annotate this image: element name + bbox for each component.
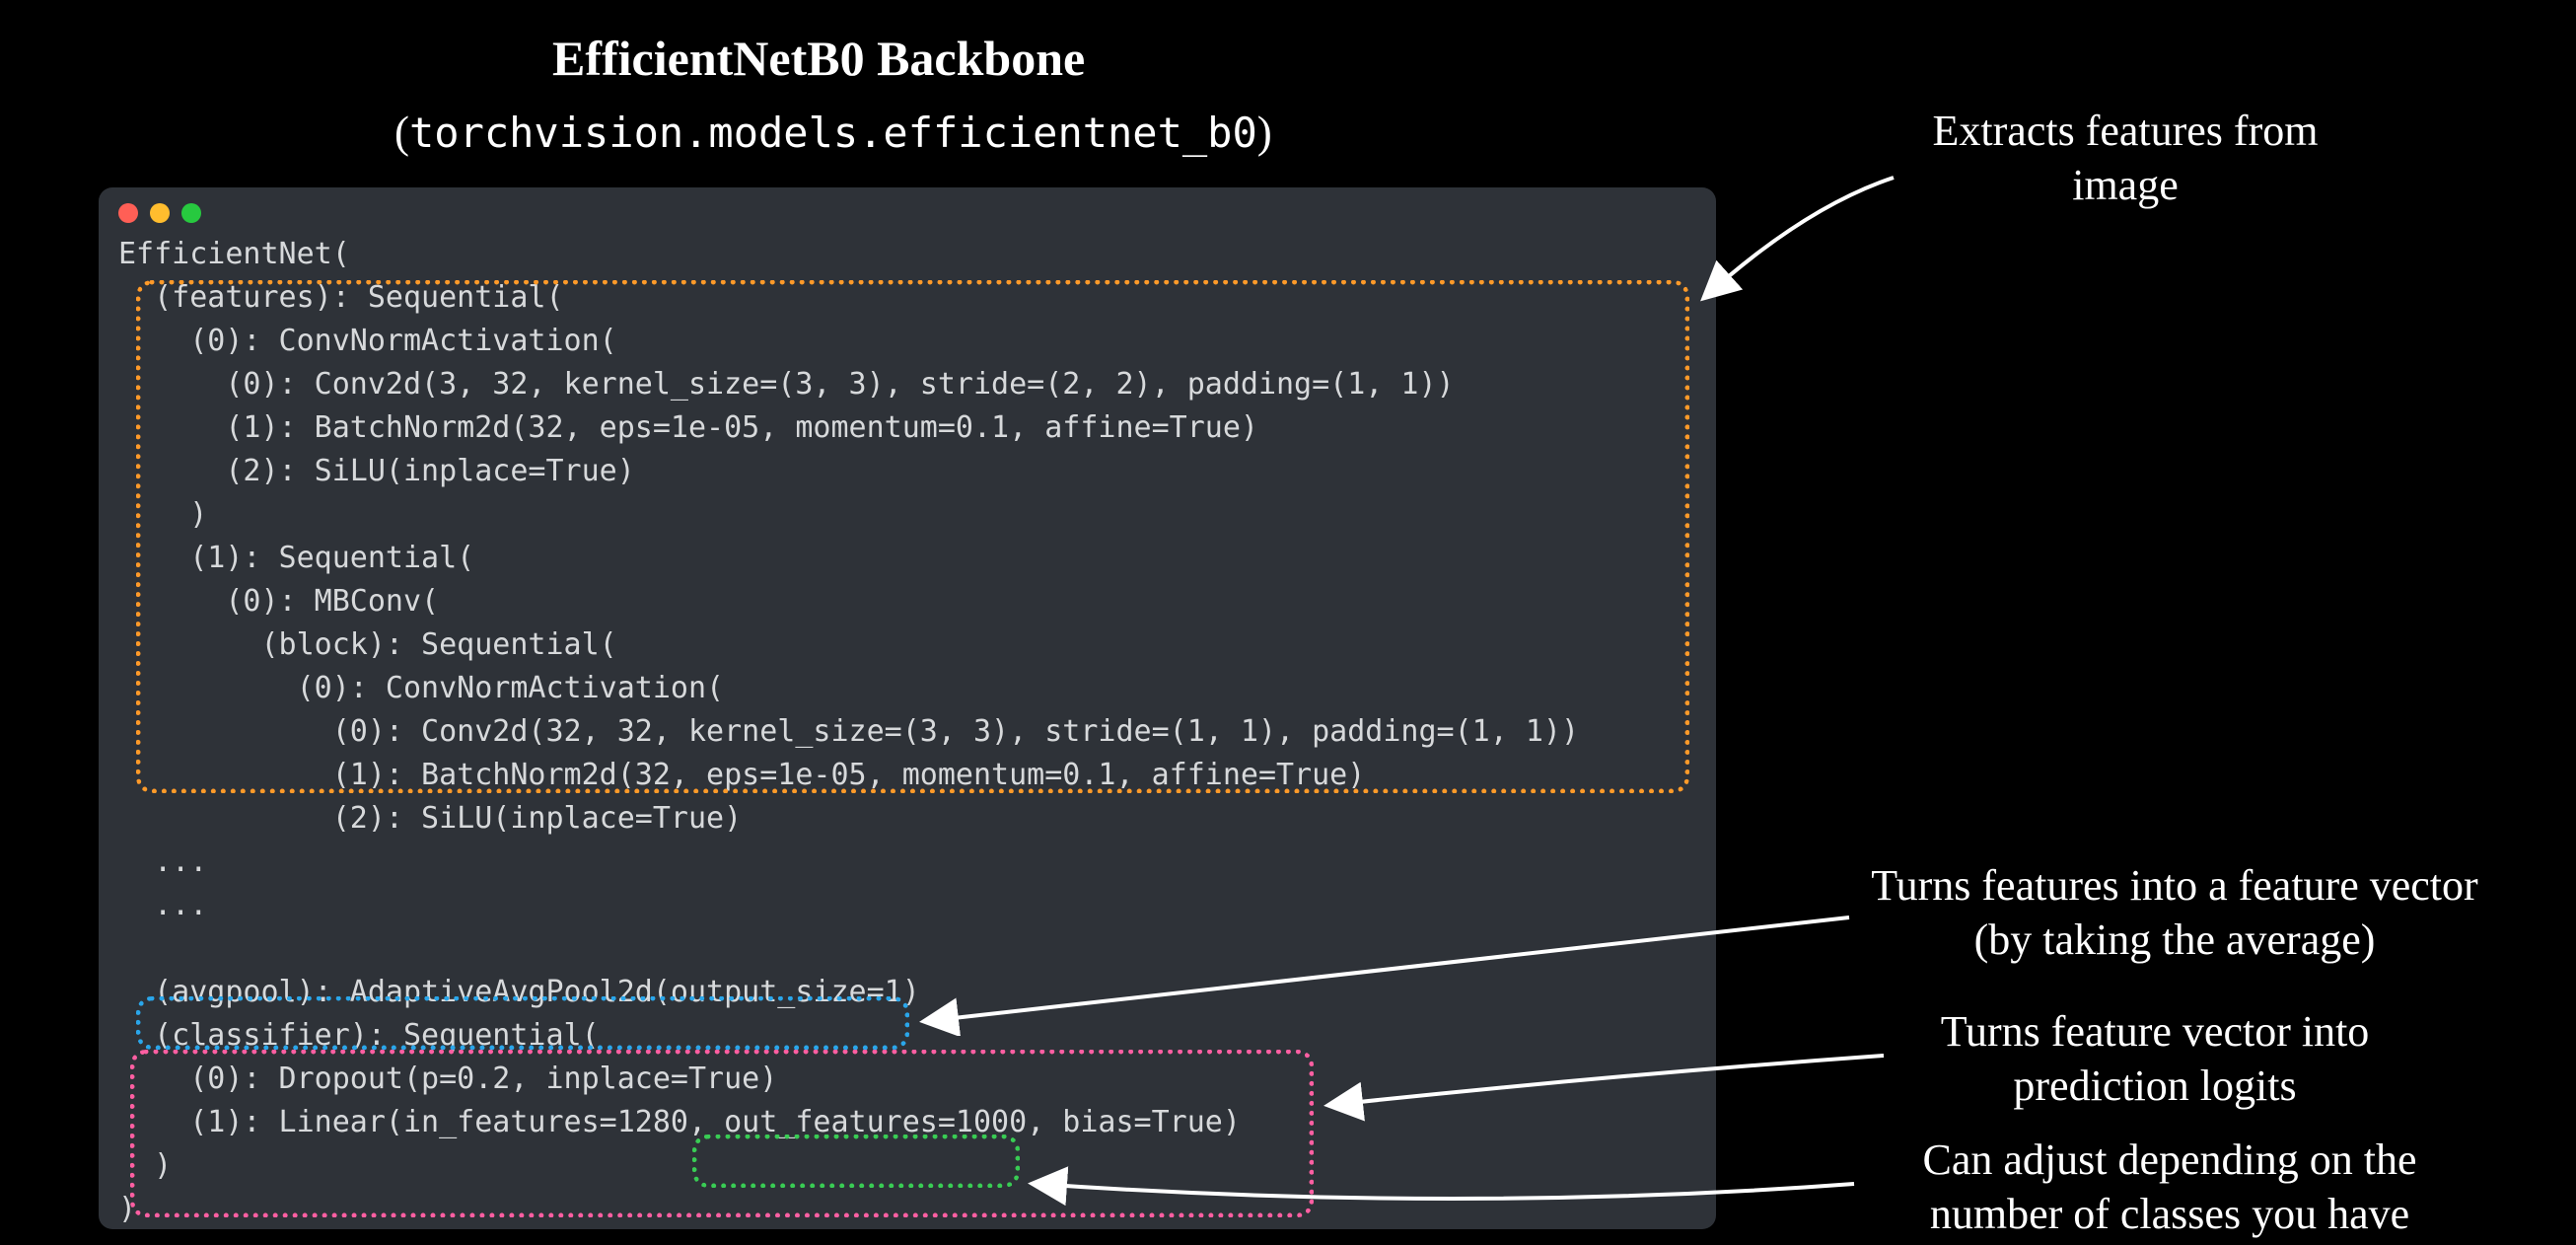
maximize-icon: [181, 203, 201, 223]
features-highlight-box: [136, 280, 1689, 793]
out-features-highlight-box: [692, 1135, 1020, 1188]
annotation-features: Extracts features from image: [1894, 104, 2357, 212]
annotation-classes: Can adjust depending on the number of cl…: [1854, 1133, 2485, 1241]
arrow-features-icon: [1686, 168, 1913, 316]
subtitle-paren-open: (: [394, 108, 409, 157]
avgpool-highlight-box: [136, 996, 909, 1050]
annotation-avgpool: Turns features into a feature vector (by…: [1854, 858, 2495, 967]
diagram-subtitle: (torchvision.models.efficientnet_b0): [394, 107, 1272, 158]
diagram-title: EfficientNetB0 Backbone: [552, 30, 1085, 87]
close-icon: [118, 203, 138, 223]
annotation-classifier: Turns feature vector into prediction log…: [1894, 1004, 2416, 1113]
subtitle-module-path: torchvision.models.efficientnet_b0: [409, 109, 1257, 157]
classifier-highlight-box: [130, 1050, 1314, 1217]
window-traffic-lights: [118, 203, 1696, 223]
minimize-icon: [150, 203, 170, 223]
subtitle-paren-close: ): [1257, 108, 1272, 157]
